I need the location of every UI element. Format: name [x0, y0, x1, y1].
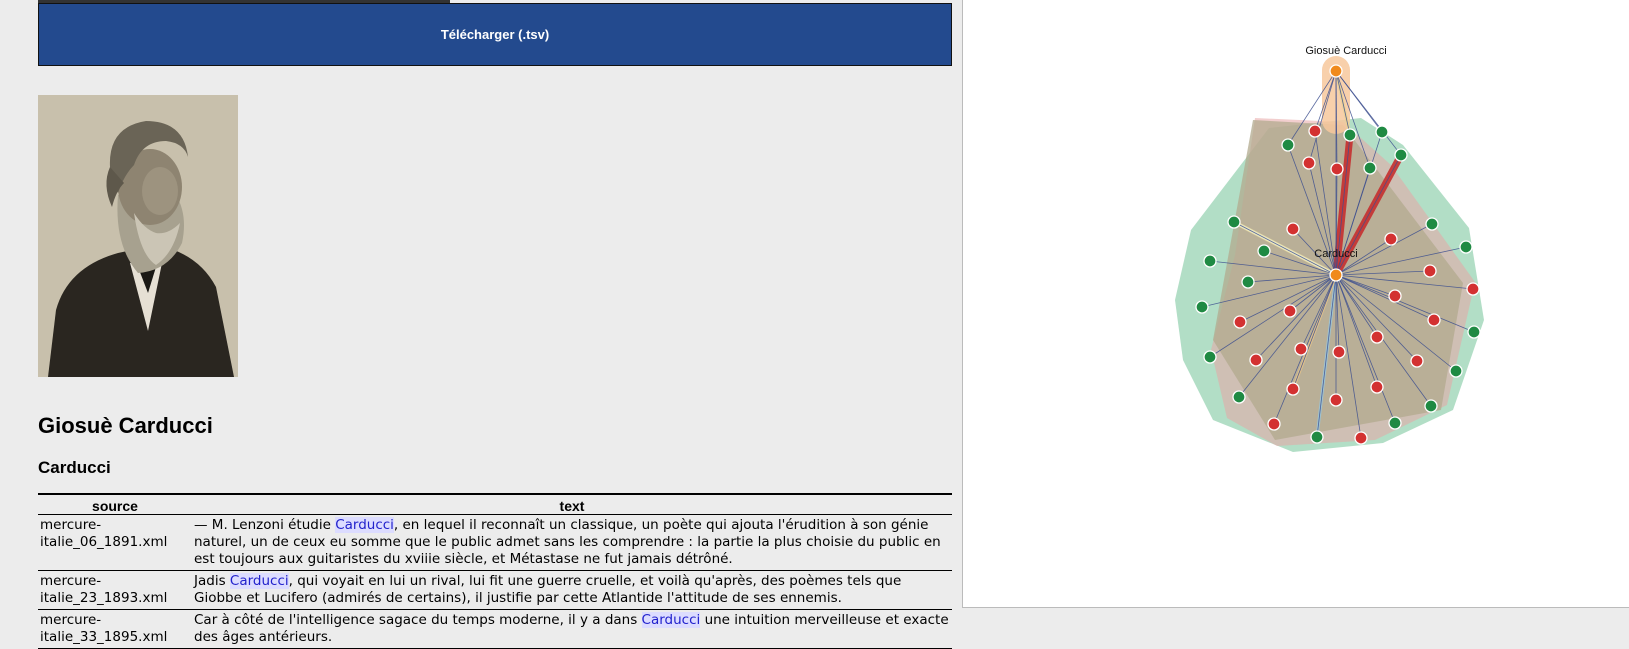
text-before: Car à côté de l'intelligence sagace du t…	[194, 612, 642, 628]
occurrences-table: source text mercure-italie_06_1891.xml —…	[38, 493, 952, 649]
green-node[interactable]	[1449, 364, 1463, 378]
top-node-label: Giosuè Carducci	[1305, 45, 1386, 57]
red-node[interactable]	[1427, 313, 1441, 327]
text-after: , qui voyait en lui un rival, lui fit un…	[194, 573, 902, 606]
center-form-node[interactable]	[1329, 268, 1343, 282]
highlighted-term: Carducci	[641, 612, 701, 628]
red-node[interactable]	[1370, 380, 1384, 394]
text-before: — M. Lenzoni étudie	[194, 517, 336, 533]
red-node[interactable]	[1423, 264, 1437, 278]
red-node[interactable]	[1330, 162, 1344, 176]
text-before: Jadis	[194, 573, 230, 589]
red-node[interactable]	[1329, 393, 1343, 407]
red-node[interactable]	[1302, 156, 1316, 170]
table-header-row: source text	[38, 493, 952, 515]
red-node[interactable]	[1283, 304, 1297, 318]
red-node[interactable]	[1249, 353, 1263, 367]
green-node[interactable]	[1424, 399, 1438, 413]
table-row: mercure-italie_23_1893.xml Jadis Carducc…	[38, 570, 952, 610]
green-node[interactable]	[1257, 244, 1271, 258]
red-node[interactable]	[1267, 417, 1281, 431]
green-node[interactable]	[1343, 128, 1357, 142]
green-node[interactable]	[1203, 254, 1217, 268]
column-header-text: text	[192, 493, 952, 515]
table-row: mercure-italie_06_1891.xml — M. Lenzoni …	[38, 514, 952, 571]
table-row: mercure-italie_33_1895.xml Car à côté de…	[38, 609, 952, 649]
green-node[interactable]	[1310, 430, 1324, 444]
red-node[interactable]	[1332, 345, 1346, 359]
download-tsv-label: Télécharger (.tsv)	[440, 27, 550, 42]
red-node[interactable]	[1410, 354, 1424, 368]
green-node[interactable]	[1467, 325, 1481, 339]
red-node[interactable]	[1286, 382, 1300, 396]
text-cell: Jadis Carducci, qui voyait en lui un riv…	[192, 570, 952, 610]
download-tsv-button[interactable]: Télécharger (.tsv)	[38, 3, 952, 66]
source-cell: mercure-italie_06_1891.xml	[38, 514, 192, 571]
form-label: Carducci	[38, 458, 111, 477]
source-cell: mercure-italie_23_1893.xml	[38, 570, 192, 610]
portrait-illustration	[38, 95, 238, 377]
green-node[interactable]	[1281, 138, 1295, 152]
network-graph-panel[interactable]: Giosuè Carducci Carducci	[962, 0, 1629, 608]
green-node[interactable]	[1195, 300, 1209, 314]
left-panel: Télécharger (.tsv) Giosuè Carducci Cardu…	[0, 0, 962, 649]
text-cell: — M. Lenzoni étudie Carducci, en lequel …	[192, 514, 952, 571]
highlighted-term: Carducci	[229, 573, 289, 589]
green-node[interactable]	[1425, 217, 1439, 231]
red-node[interactable]	[1466, 282, 1480, 296]
red-node[interactable]	[1233, 315, 1247, 329]
text-cell: Car à côté de l'intelligence sagace du t…	[192, 609, 952, 649]
green-node[interactable]	[1232, 390, 1246, 404]
red-node[interactable]	[1308, 124, 1322, 138]
red-node[interactable]	[1294, 342, 1308, 356]
highlighted-term: Carducci	[335, 517, 394, 533]
portrait-image	[38, 95, 238, 377]
center-node-label: Carducci	[1314, 248, 1357, 260]
person-name: Giosuè Carducci	[38, 413, 213, 438]
red-node[interactable]	[1370, 330, 1384, 344]
green-node[interactable]	[1394, 148, 1408, 162]
red-node[interactable]	[1388, 289, 1402, 303]
green-node[interactable]	[1227, 215, 1241, 229]
red-node[interactable]	[1384, 232, 1398, 246]
column-header-source: source	[38, 493, 192, 515]
green-node[interactable]	[1241, 275, 1255, 289]
source-cell: mercure-italie_33_1895.xml	[38, 609, 192, 649]
top-person-node[interactable]	[1329, 64, 1343, 78]
green-node[interactable]	[1388, 416, 1402, 430]
green-node[interactable]	[1375, 125, 1389, 139]
red-node[interactable]	[1354, 431, 1368, 445]
green-node[interactable]	[1459, 240, 1473, 254]
network-graph[interactable]: Giosuè Carducci Carducci	[963, 0, 1629, 608]
red-node[interactable]	[1286, 222, 1300, 236]
green-node[interactable]	[1363, 161, 1377, 175]
green-node[interactable]	[1203, 350, 1217, 364]
